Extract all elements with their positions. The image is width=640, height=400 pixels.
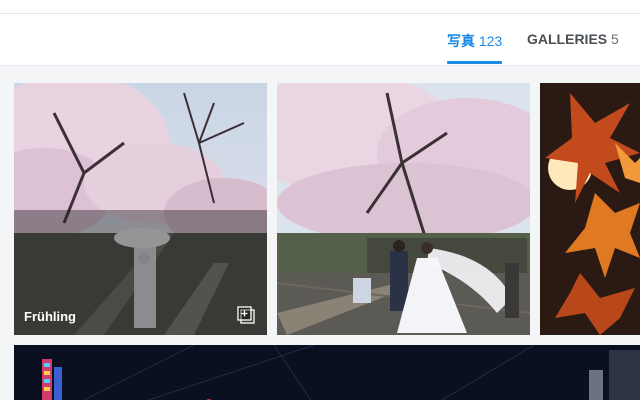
photo-tile-autumn[interactable] bbox=[540, 83, 640, 335]
photo-tile-wedding[interactable] bbox=[277, 83, 530, 335]
gallery-stack-icon bbox=[237, 306, 255, 324]
tab-photos-count: 123 bbox=[478, 33, 503, 49]
tab-galleries[interactable]: GALLERIES 5 bbox=[527, 31, 619, 47]
photo-grid: Frühling bbox=[0, 66, 640, 400]
tab-galleries-label: GALLERIES bbox=[527, 31, 608, 47]
gallery-tile-fruehling[interactable]: Frühling bbox=[14, 83, 267, 335]
gallery-title: Frühling bbox=[24, 309, 76, 324]
maple-leaves-photo bbox=[540, 83, 640, 335]
wedding-photo bbox=[277, 83, 530, 335]
photo-tile-night-city[interactable] bbox=[14, 345, 640, 400]
tab-photos[interactable]: 写真 123 bbox=[447, 31, 502, 51]
tab-photos-label: 写真 bbox=[447, 33, 475, 49]
night-city-photo bbox=[14, 345, 640, 400]
tab-bar: 写真 123 GALLERIES 5 bbox=[0, 14, 640, 66]
tab-galleries-count: 5 bbox=[611, 31, 619, 47]
top-bar bbox=[0, 0, 640, 14]
active-tab-indicator bbox=[447, 61, 502, 64]
